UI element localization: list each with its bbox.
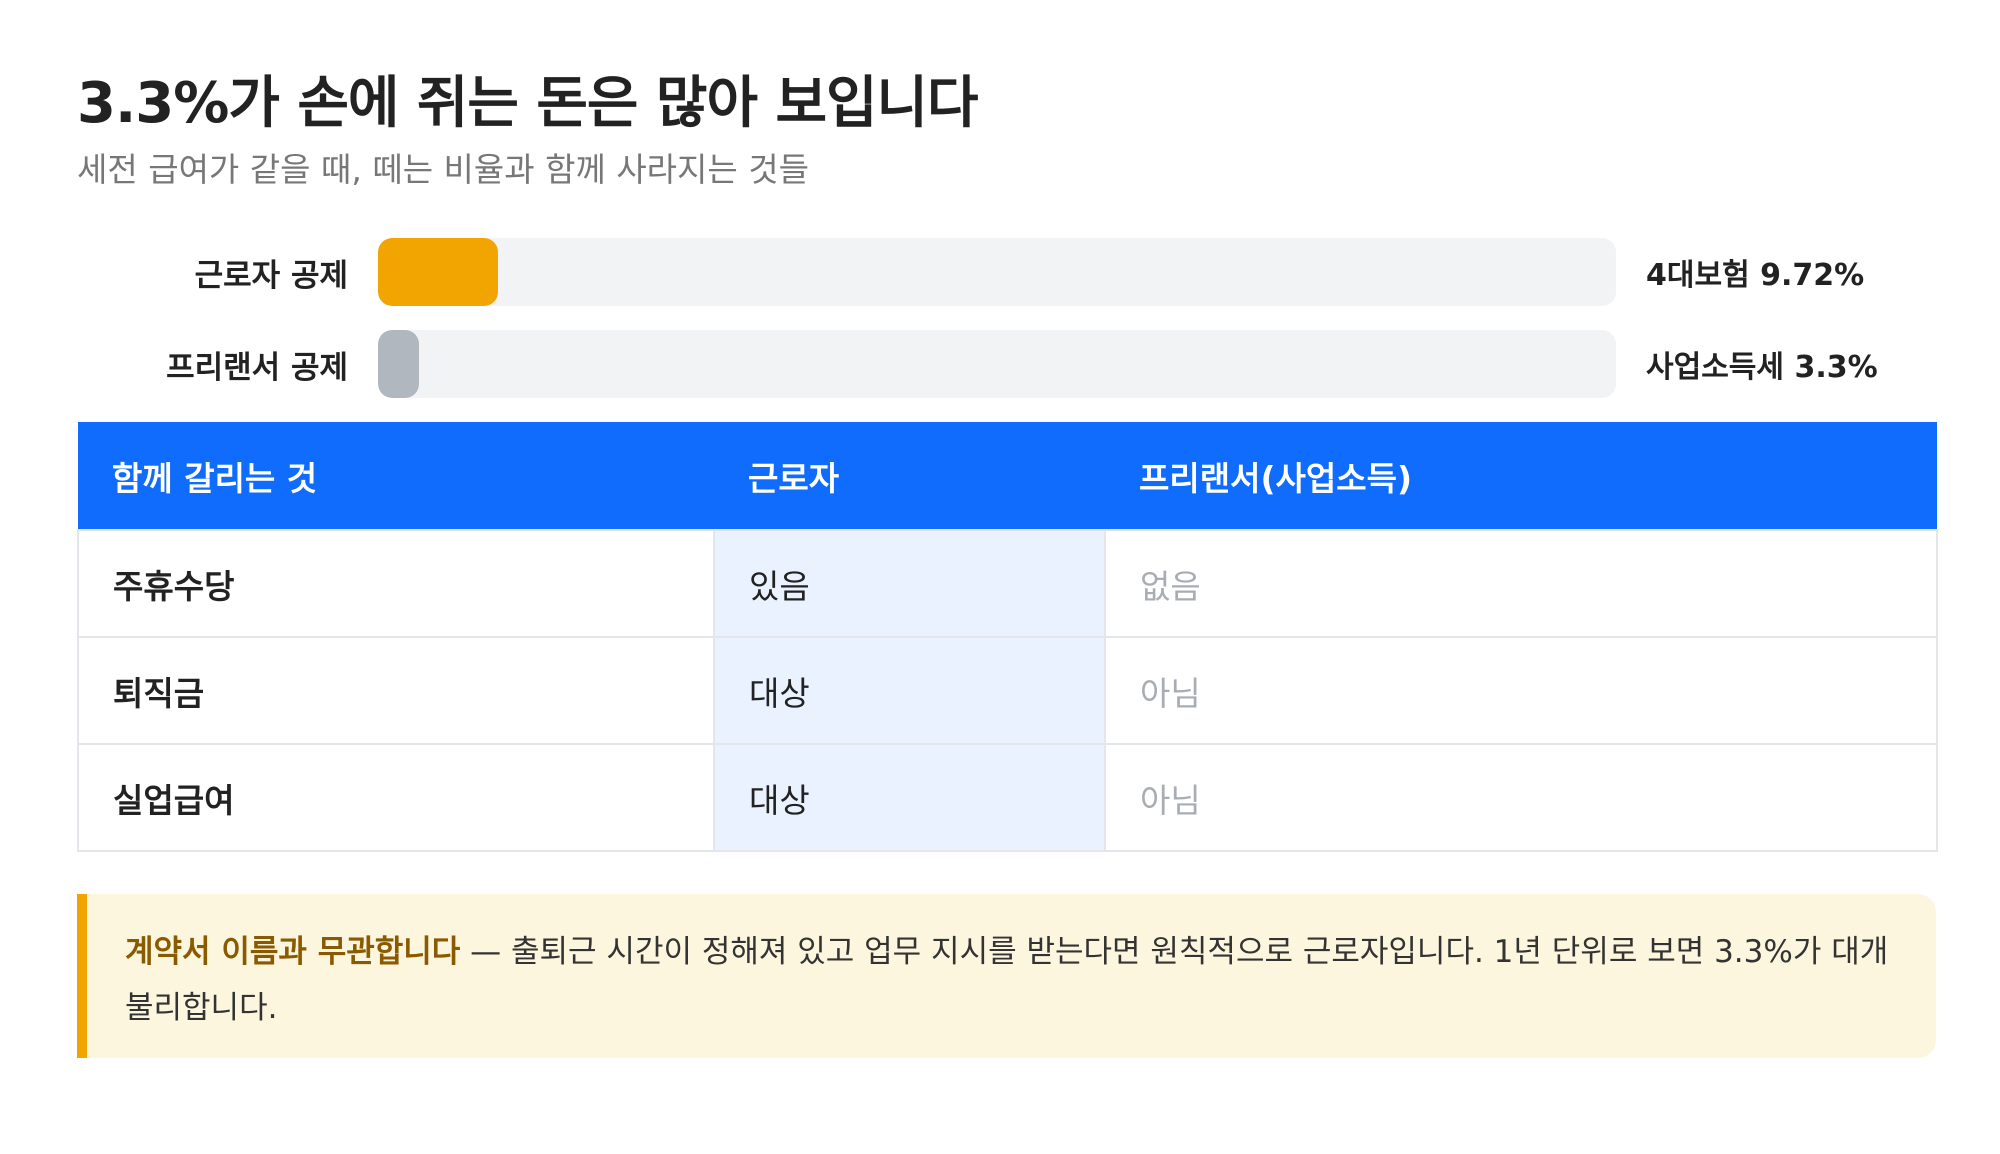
deduction-bars: 근로자 공제 4대보험 9.72% 프리랜서 공제 사업소득세 3.3% <box>77 238 1923 398</box>
row-item: 실업급여 <box>77 743 715 852</box>
bar-row-freelancer: 프리랜서 공제 사업소득세 3.3% <box>77 330 1923 398</box>
bar-value: 4대보험 9.72% <box>1646 258 1865 293</box>
bar-track <box>378 330 1616 398</box>
bar-track <box>378 238 1616 306</box>
callout-note: 계약서 이름과 무관합니다 — 출퇴근 시간이 정해져 있고 업무 지시를 받는… <box>77 894 1936 1058</box>
row-item: 주휴수당 <box>77 529 715 638</box>
note-emphasis: 계약서 이름과 무관합니다 <box>125 934 461 970</box>
bar-value: 사업소득세 3.3% <box>1646 350 1878 385</box>
table-row: 퇴직금 대상 아님 <box>77 636 1938 745</box>
page: 3.3%가 손에 쥐는 돈은 많아 보입니다 세전 급여가 같을 때, 떼는 비… <box>0 0 2000 1154</box>
header-freelancer: 프리랜서(사업소득) <box>1105 422 1937 530</box>
bar-fill-freelancer <box>378 330 419 398</box>
table-row: 실업급여 대상 아님 <box>77 743 1938 852</box>
table-row: 주휴수당 있음 없음 <box>77 529 1938 638</box>
page-subtitle: 세전 급여가 같을 때, 떼는 비율과 함께 사라지는 것들 <box>77 150 809 189</box>
row-item: 퇴직금 <box>77 636 715 745</box>
row-freelancer-value: 아님 <box>1104 743 1938 852</box>
bar-label: 근로자 공제 <box>194 257 348 294</box>
bar-fill-worker <box>378 238 499 306</box>
row-freelancer-value: 없음 <box>1104 529 1938 638</box>
header-worker: 근로자 <box>714 422 1105 530</box>
row-worker-value: 대상 <box>713 636 1106 745</box>
table-header-row: 함께 갈리는 것 근로자 프리랜서(사업소득) <box>78 422 1937 530</box>
bar-label: 프리랜서 공제 <box>166 349 348 386</box>
row-worker-value: 있음 <box>713 529 1106 638</box>
comparison-table: 함께 갈리는 것 근로자 프리랜서(사업소득) 주휴수당 있음 없음 퇴직금 대… <box>77 422 1938 852</box>
bar-row-worker: 근로자 공제 4대보험 9.72% <box>77 238 1923 306</box>
page-title: 3.3%가 손에 쥐는 돈은 많아 보입니다 <box>77 71 979 136</box>
header-item: 함께 갈리는 것 <box>78 422 714 530</box>
row-freelancer-value: 아님 <box>1104 636 1938 745</box>
row-worker-value: 대상 <box>713 743 1106 852</box>
